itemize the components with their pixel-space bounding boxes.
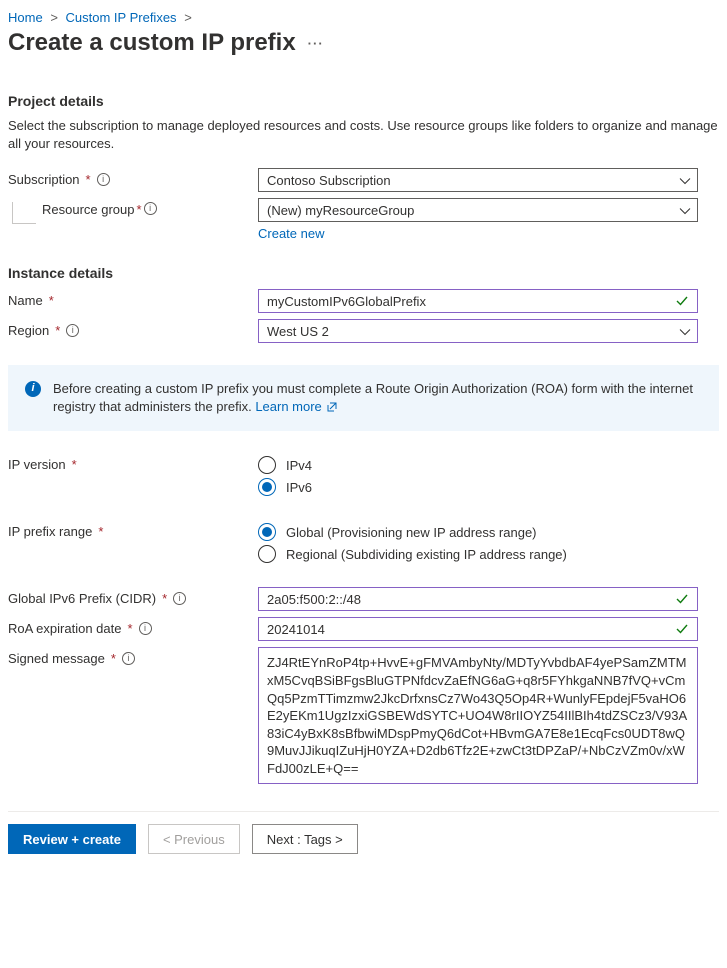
required-icon: * xyxy=(162,591,167,606)
ipv6-label: IPv6 xyxy=(286,480,312,495)
roa-date-value: 20241014 xyxy=(267,622,325,637)
required-icon: * xyxy=(86,172,91,187)
ip-version-ipv6-option[interactable]: IPv6 xyxy=(258,478,698,496)
required-icon: * xyxy=(72,457,77,472)
radio-icon xyxy=(258,545,276,563)
learn-more-link[interactable]: Learn more xyxy=(255,399,337,414)
subscription-value: Contoso Subscription xyxy=(267,173,391,188)
banner-text: Before creating a custom IP prefix you m… xyxy=(53,381,693,414)
name-input[interactable]: myCustomIPv6GlobalPrefix xyxy=(258,289,698,313)
row-subscription: Subscription * i Contoso Subscription xyxy=(8,168,719,192)
ip-range-global-option[interactable]: Global (Provisioning new IP address rang… xyxy=(258,523,698,541)
required-icon: * xyxy=(137,202,142,217)
external-link-icon xyxy=(325,399,337,414)
info-icon[interactable]: i xyxy=(173,592,186,605)
page-title: Create a custom IP prefix ··· xyxy=(8,29,719,57)
resource-group-label: Resource group xyxy=(42,202,135,217)
check-icon xyxy=(675,622,689,636)
info-icon[interactable]: i xyxy=(97,173,110,186)
chevron-right-icon: > xyxy=(50,10,58,25)
info-icon[interactable]: i xyxy=(144,202,157,215)
info-filled-icon: i xyxy=(25,381,41,397)
region-value: West US 2 xyxy=(267,324,329,339)
required-icon: * xyxy=(111,651,116,666)
previous-button[interactable]: < Previous xyxy=(148,824,240,854)
breadcrumb: Home > Custom IP Prefixes > xyxy=(8,10,719,25)
chevron-down-icon xyxy=(679,205,691,217)
info-icon[interactable]: i xyxy=(122,652,135,665)
signed-message-textarea[interactable]: ZJ4RtEYnRoP4tp+HvvE+gFMVAmbyNty/MDTyYvbd… xyxy=(258,647,698,784)
global-label: Global (Provisioning new IP address rang… xyxy=(286,525,537,540)
more-menu[interactable]: ··· xyxy=(308,36,324,51)
chevron-right-icon: > xyxy=(184,10,192,25)
row-region: Region * i West US 2 xyxy=(8,319,719,343)
tree-line-icon xyxy=(12,202,36,224)
row-signed-message: Signed message * i ZJ4RtEYnRoP4tp+HvvE+g… xyxy=(8,647,719,784)
review-create-button[interactable]: Review + create xyxy=(8,824,136,854)
ip-prefix-range-label: IP prefix range xyxy=(8,524,92,539)
check-icon xyxy=(675,294,689,308)
chevron-down-icon xyxy=(679,175,691,187)
page-title-text: Create a custom IP prefix xyxy=(8,29,296,57)
info-icon[interactable]: i xyxy=(139,622,152,635)
required-icon: * xyxy=(55,323,60,338)
required-icon: * xyxy=(98,524,103,539)
subscription-select[interactable]: Contoso Subscription xyxy=(258,168,698,192)
radio-icon xyxy=(258,456,276,474)
name-label: Name xyxy=(8,293,43,308)
section-project-details-desc: Select the subscription to manage deploy… xyxy=(8,117,719,152)
cidr-input[interactable]: 2a05:f500:2::/48 xyxy=(258,587,698,611)
subscription-label: Subscription xyxy=(8,172,80,187)
cidr-label: Global IPv6 Prefix (CIDR) xyxy=(8,591,156,606)
roa-date-input[interactable]: 20241014 xyxy=(258,617,698,641)
regional-label: Regional (Subdividing existing IP addres… xyxy=(286,547,567,562)
signed-message-label: Signed message xyxy=(8,651,105,666)
ipv4-label: IPv4 xyxy=(286,458,312,473)
row-roa-date: RoA expiration date * i 20241014 xyxy=(8,617,719,641)
section-project-details-title: Project details xyxy=(8,93,719,109)
row-ip-prefix-range: IP prefix range * Global (Provisioning n… xyxy=(8,520,719,567)
resource-group-value: (New) myResourceGroup xyxy=(267,203,414,218)
ip-version-ipv4-option[interactable]: IPv4 xyxy=(258,456,698,474)
ip-version-label: IP version xyxy=(8,457,66,472)
row-ip-version: IP version * IPv4 IPv6 xyxy=(8,453,719,500)
next-button[interactable]: Next : Tags > xyxy=(252,824,358,854)
learn-more-text: Learn more xyxy=(255,399,321,414)
name-value: myCustomIPv6GlobalPrefix xyxy=(267,294,426,309)
radio-selected-icon xyxy=(258,478,276,496)
row-name: Name * myCustomIPv6GlobalPrefix xyxy=(8,289,719,313)
region-label: Region xyxy=(8,323,49,338)
required-icon: * xyxy=(49,293,54,308)
check-icon xyxy=(675,592,689,606)
row-cidr: Global IPv6 Prefix (CIDR) * i 2a05:f500:… xyxy=(8,587,719,611)
info-icon[interactable]: i xyxy=(66,324,79,337)
info-banner: i Before creating a custom IP prefix you… xyxy=(8,365,719,431)
resource-group-select[interactable]: (New) myResourceGroup xyxy=(258,198,698,222)
roa-date-label: RoA expiration date xyxy=(8,621,121,636)
radio-selected-icon xyxy=(258,523,276,541)
breadcrumb-home[interactable]: Home xyxy=(8,10,43,25)
section-instance-details-title: Instance details xyxy=(8,265,719,281)
breadcrumb-custom-ip-prefixes[interactable]: Custom IP Prefixes xyxy=(66,10,177,25)
region-select[interactable]: West US 2 xyxy=(258,319,698,343)
wizard-footer: Review + create < Previous Next : Tags > xyxy=(8,812,719,854)
required-icon: * xyxy=(127,621,132,636)
row-resource-group: Resource group * i (New) myResourceGroup… xyxy=(8,198,719,241)
ip-range-regional-option[interactable]: Regional (Subdividing existing IP addres… xyxy=(258,545,698,563)
create-new-link[interactable]: Create new xyxy=(258,226,324,241)
chevron-down-icon xyxy=(679,326,691,338)
cidr-value: 2a05:f500:2::/48 xyxy=(267,592,361,607)
